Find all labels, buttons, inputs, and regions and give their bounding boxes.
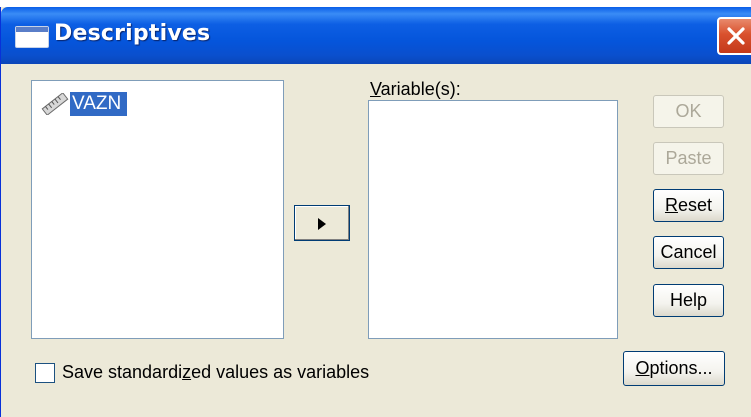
help-button[interactable]: Help — [653, 284, 724, 317]
list-item-vazn[interactable]: VAZN — [40, 91, 128, 116]
options-button[interactable]: Options... — [623, 351, 725, 386]
window-title: Descriptives — [54, 21, 211, 46]
cancel-button[interactable]: Cancel — [653, 236, 724, 269]
arrow-right-icon — [318, 218, 326, 230]
target-variable-list[interactable] — [368, 100, 618, 339]
close-icon — [727, 27, 745, 45]
close-button[interactable] — [717, 17, 751, 55]
paste-button[interactable]: Paste — [653, 142, 724, 175]
source-variable-list[interactable]: VAZN — [31, 80, 284, 339]
descriptives-dialog: Descriptives VAZN Variable(s): OK Paste … — [0, 7, 751, 417]
save-standardized-label[interactable]: Save standardized values as variables — [62, 362, 369, 383]
ok-button[interactable]: OK — [653, 95, 724, 128]
move-to-variables-button[interactable] — [294, 205, 350, 241]
list-item-label: VAZN — [70, 91, 128, 116]
title-bar[interactable]: Descriptives — [1, 7, 751, 64]
ruler-scale-icon — [40, 91, 70, 116]
save-standardized-checkbox[interactable] — [35, 363, 55, 383]
variables-label: Variable(s): — [370, 79, 461, 99]
window-icon — [15, 26, 49, 48]
reset-button[interactable]: Reset — [653, 189, 724, 222]
